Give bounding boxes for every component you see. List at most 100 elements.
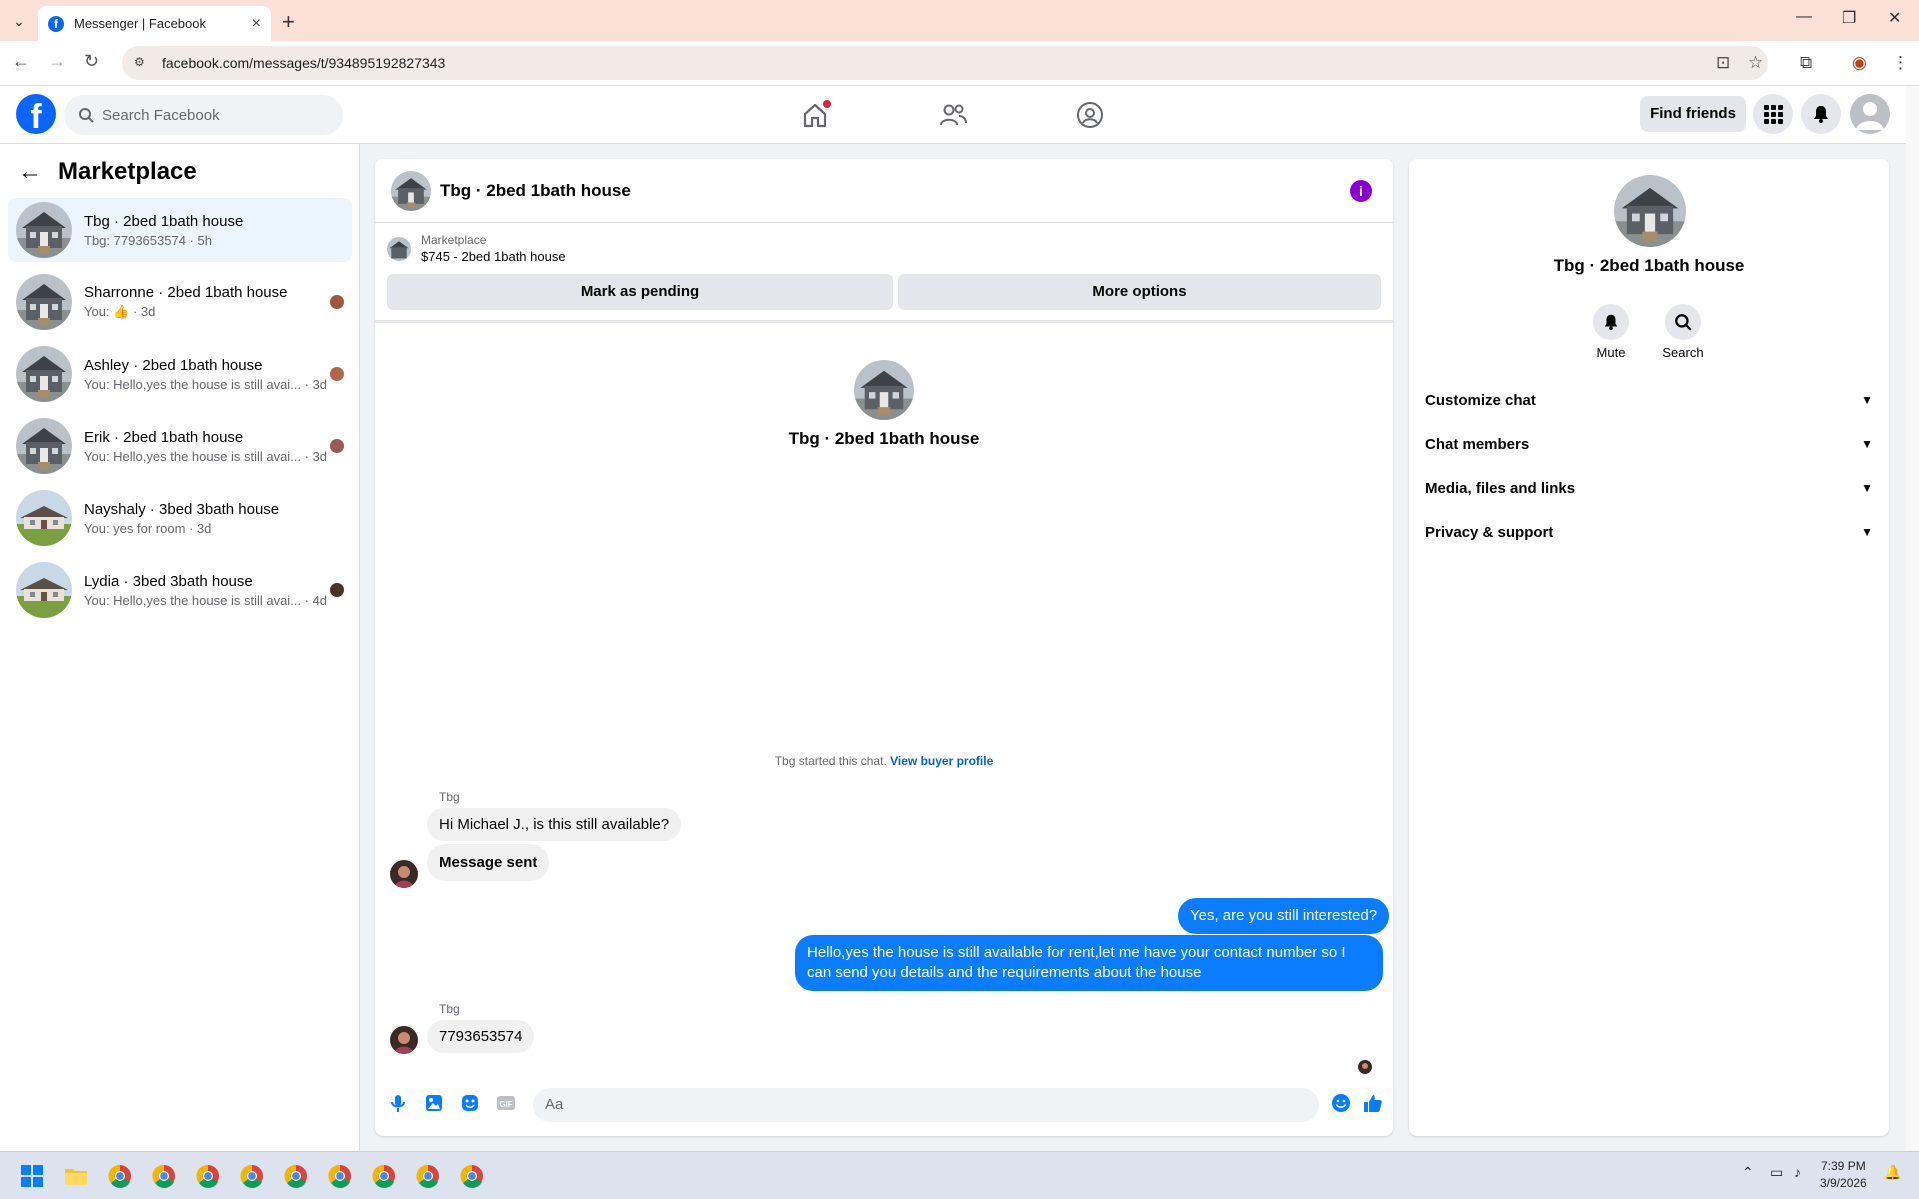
media-files-links-section[interactable]: Media, files and links ▼ — [1425, 470, 1873, 506]
details-title: Tbg · 2bed 1bath house — [1553, 256, 1745, 275]
file-explorer-icon[interactable] — [62, 1162, 90, 1190]
seen-receipt-avatar — [1358, 1060, 1372, 1074]
mute-button[interactable] — [1593, 304, 1629, 340]
message-input[interactable]: Aa — [533, 1088, 1319, 1122]
conversation-preview: You: Hello,yes the house is still avai..… — [84, 448, 328, 464]
conversation-preview: You: 👍 · 3d — [84, 304, 156, 319]
message-incoming[interactable]: Message sent — [427, 844, 550, 881]
windows-start-icon[interactable] — [18, 1162, 46, 1190]
facebook-search-input[interactable]: Search Facebook — [64, 95, 343, 135]
new-tab-icon[interactable]: + — [282, 9, 295, 35]
chrome-icon[interactable] — [194, 1162, 222, 1190]
section-label: Customize chat — [1425, 391, 1536, 409]
facebook-logo-icon[interactable]: f — [16, 94, 56, 134]
view-buyer-profile-link[interactable]: View buyer profile — [890, 754, 993, 768]
chat-title[interactable]: Tbg · 2bed 1bath house — [440, 181, 631, 201]
search-conversation-button[interactable] — [1665, 304, 1701, 340]
forward-icon[interactable]: → — [48, 51, 66, 72]
chrome-icon[interactable] — [150, 1162, 178, 1190]
conversation-item[interactable]: Nayshaly · 3bed 3bath house You: yes for… — [8, 486, 352, 550]
thumbs-up-icon[interactable] — [1362, 1092, 1384, 1114]
listing-thumbnail — [16, 346, 72, 402]
tab-search-icon[interactable]: ⌄ — [8, 10, 30, 32]
more-options-button[interactable]: More options — [898, 274, 1381, 310]
notification-bell-icon[interactable]: 🔔 — [1884, 1164, 1901, 1181]
groups-icon[interactable] — [1075, 100, 1105, 130]
divider — [375, 320, 1393, 323]
sender-name: Tbg — [439, 790, 460, 804]
menu-grid-icon[interactable] — [1753, 94, 1793, 134]
microphone-icon[interactable] — [387, 1092, 409, 1114]
customize-chat-section[interactable]: Customize chat ▼ — [1425, 382, 1873, 418]
conversation-item[interactable]: Erik · 2bed 1bath house You: Hello,yes t… — [8, 414, 352, 478]
show-hidden-icons-icon[interactable]: ⌃ — [1742, 1164, 1754, 1181]
friends-icon[interactable] — [938, 100, 968, 130]
search-label: Search — [1662, 345, 1704, 360]
minimize-icon[interactable]: — — [1796, 8, 1812, 26]
sender-avatar[interactable] — [390, 860, 418, 888]
conversation-item[interactable]: Ashley · 2bed 1bath house You: Hello,yes… — [8, 342, 352, 406]
site-info-icon[interactable]: ⚙ — [134, 55, 150, 71]
reload-icon[interactable]: ↻ — [84, 51, 99, 72]
browser-tab[interactable]: f Messenger | Facebook × — [38, 6, 271, 41]
chrome-icon[interactable] — [370, 1162, 398, 1190]
gif-icon[interactable]: GIF — [495, 1092, 517, 1114]
chrome-menu-icon[interactable]: ⋮ — [1892, 53, 1909, 73]
conversation-name: Sharronne · 2bed 1bath house — [84, 284, 288, 301]
clock-time: 7:39 PM — [1821, 1159, 1866, 1173]
window-close-icon[interactable]: ✕ — [1888, 8, 1901, 28]
tab-close-icon[interactable]: × — [252, 15, 261, 33]
mark-as-pending-button[interactable]: Mark as pending — [387, 274, 893, 310]
profile-icon[interactable]: ◉ — [1852, 53, 1867, 73]
chrome-icon[interactable] — [326, 1162, 354, 1190]
notifications-button[interactable] — [1801, 94, 1841, 134]
chat-started-notice: Tbg started this chat. View buyer profil… — [375, 754, 1393, 768]
listing-banner[interactable]: Marketplace $745 - 2bed 1bath house — [387, 233, 566, 264]
details-thumbnail — [1614, 175, 1686, 247]
conversation-item[interactable]: Tbg · 2bed 1bath house Tbg: 7793653574 ·… — [8, 198, 352, 262]
restore-icon[interactable]: ❐ — [1842, 8, 1856, 28]
install-app-icon[interactable]: ⊡ — [1716, 53, 1730, 73]
chat-members-section[interactable]: Chat members ▼ — [1425, 426, 1873, 462]
conversation-item[interactable]: Sharronne · 2bed 1bath house You: 👍 · 3d — [8, 270, 352, 334]
extensions-icon[interactable]: ⧉ — [1800, 53, 1812, 73]
message-incoming[interactable]: 7793653574 — [427, 1020, 535, 1053]
section-label: Media, files and links — [1425, 479, 1576, 497]
bell-icon — [1604, 314, 1618, 331]
bookmark-star-icon[interactable]: ☆ — [1748, 53, 1763, 73]
privacy-support-section[interactable]: Privacy & support ▼ — [1425, 514, 1873, 550]
sticker-icon[interactable] — [459, 1092, 481, 1114]
chrome-icon[interactable] — [414, 1162, 442, 1190]
system-clock[interactable]: 7:39 PM 3/9/2026 — [1820, 1158, 1867, 1192]
chat-thumbnail[interactable] — [391, 171, 431, 211]
page-scrollbar[interactable] — [1906, 86, 1919, 1151]
address-bar[interactable]: ⚙ facebook.com/messages/t/93489519282734… — [122, 46, 1768, 80]
conversation-item[interactable]: Lydia · 3bed 3bath house You: Hello,yes … — [8, 558, 352, 622]
info-icon[interactable]: i — [1350, 180, 1372, 202]
listing-thumbnail — [16, 418, 72, 474]
conversation-preview: Tbg: 7793653574 · 5h — [84, 232, 212, 248]
sender-avatar[interactable] — [390, 1026, 418, 1054]
volume-icon[interactable]: ♪ — [1794, 1164, 1801, 1180]
emoji-icon[interactable] — [1330, 1092, 1352, 1114]
conversation-name: Tbg · 2bed 1bath house — [84, 212, 244, 230]
chat-hero-thumbnail — [854, 360, 914, 420]
sender-name: Tbg — [439, 1002, 460, 1016]
account-avatar[interactable] — [1850, 94, 1890, 134]
chrome-icon[interactable] — [106, 1162, 134, 1190]
back-icon[interactable]: ← — [12, 51, 30, 72]
back-arrow-icon[interactable]: ← — [18, 158, 42, 186]
message-composer: GIF Aa — [375, 1083, 1393, 1129]
conversation-preview: You: yes for room · 3d — [84, 520, 212, 536]
sidebar-title: Marketplace — [58, 158, 197, 185]
message-outgoing[interactable]: Yes, are you still interested? — [1178, 898, 1390, 934]
message-outgoing[interactable]: Hello,yes the house is still available f… — [795, 935, 1383, 991]
network-icon[interactable]: ▭ — [1770, 1164, 1783, 1181]
message-incoming[interactable]: Hi Michael J., is this still available? — [427, 808, 682, 841]
chrome-icon[interactable] — [458, 1162, 486, 1190]
photo-icon[interactable] — [423, 1092, 445, 1114]
find-friends-button[interactable]: Find friends — [1640, 96, 1746, 132]
chrome-icon[interactable] — [282, 1162, 310, 1190]
chevron-down-icon: ▼ — [1861, 481, 1873, 495]
chrome-icon[interactable] — [238, 1162, 266, 1190]
